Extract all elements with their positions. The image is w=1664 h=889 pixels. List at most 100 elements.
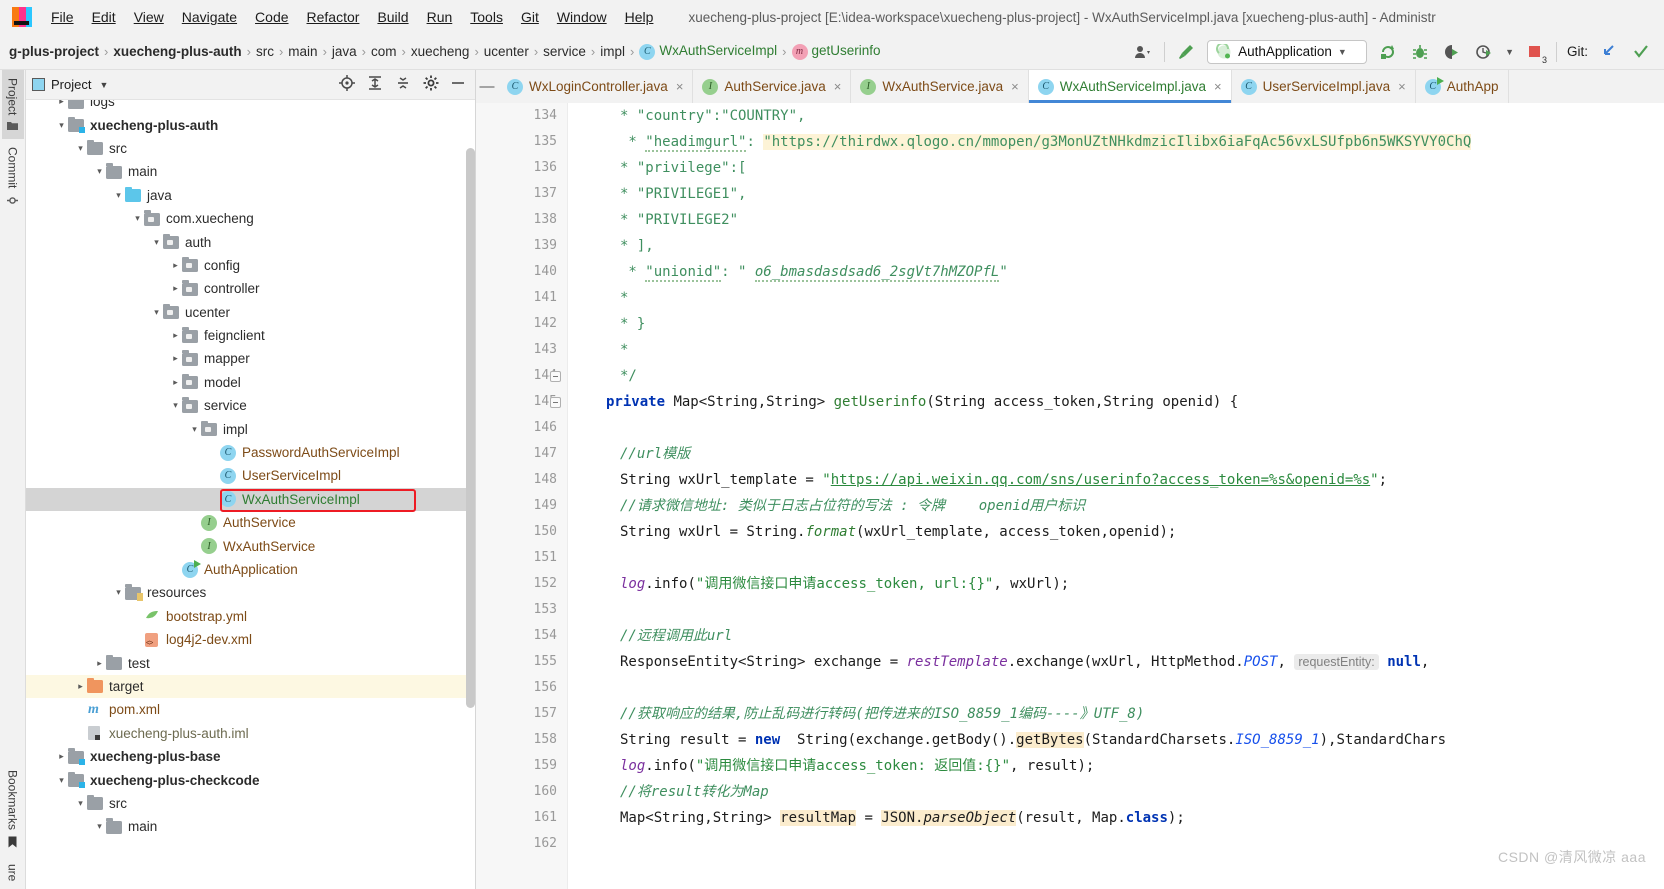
tree-node-src[interactable]: ▾ src [26, 137, 475, 160]
sidebar-item-structure[interactable]: ure [2, 856, 24, 889]
breadcrumb-item-class[interactable]: C WxAuthServiceImpl [636, 43, 780, 60]
tree-node-com-xuecheng[interactable]: ▾ com.xuecheng [26, 207, 475, 230]
tree-node-main[interactable]: ▾ main [26, 815, 475, 838]
editor-tab-wxauthserviceimpl-java[interactable]: C WxAuthServiceImpl.java × [1028, 70, 1232, 103]
editor-tab-authservice-java[interactable]: I AuthService.java × [693, 70, 852, 103]
menu-help[interactable]: Help [616, 6, 663, 28]
run-with-coverage-icon[interactable] [1441, 41, 1463, 63]
expand-arrow-icon[interactable]: ▾ [93, 166, 106, 177]
breadcrumb-item-method[interactable]: m getUserinfo [789, 43, 884, 60]
expand-arrow-icon[interactable]: ▾ [55, 775, 68, 786]
breadcrumb-item-xuecheng[interactable]: xuecheng [408, 44, 473, 59]
tree-node-feignclient[interactable]: ▸ feignclient [26, 324, 475, 347]
editor-tab-userserviceimpl-java[interactable]: C UserServiceImpl.java × [1232, 70, 1416, 103]
project-tree-scrollbar[interactable] [466, 100, 475, 889]
menu-tools[interactable]: Tools [461, 6, 512, 28]
expand-arrow-icon[interactable]: ▾ [112, 190, 125, 201]
code-editor[interactable]: 134 135 136 137 138 139 140 141 142 143 144 145 146 1… [476, 103, 1664, 889]
tree-node-controller[interactable]: ▸ controller [26, 277, 475, 300]
rerun-icon[interactable] [1377, 41, 1399, 63]
breadcrumb-item-ucenter[interactable]: ucenter [481, 44, 532, 59]
menu-git[interactable]: Git [512, 6, 548, 28]
breadcrumb-item-impl[interactable]: impl [597, 44, 628, 59]
editor-tab-wxauthservice-java[interactable]: I WxAuthService.java × [851, 70, 1029, 103]
tree-node-ucenter[interactable]: ▾ ucenter [26, 301, 475, 324]
tree-node-xuecheng-plus-base[interactable]: ▸ xuecheng-plus-base [26, 745, 475, 768]
expand-arrow-icon[interactable]: ▾ [188, 424, 201, 435]
menu-build[interactable]: Build [368, 6, 417, 28]
menu-edit[interactable]: Edit [83, 6, 125, 28]
expand-arrow-icon[interactable]: ▾ [74, 143, 87, 154]
editor-tab-bar[interactable]: — C WxLoginController.java × I AuthService.j… [476, 70, 1664, 103]
tree-node-impl[interactable]: ▾ impl [26, 417, 475, 440]
breadcrumb-item-main[interactable]: main [285, 44, 320, 59]
breadcrumb-item-project[interactable]: g-plus-project [6, 44, 102, 59]
menu-view[interactable]: View [125, 6, 173, 28]
collapse-arrow-icon[interactable]: ▸ [169, 283, 182, 294]
expand-arrow-icon[interactable]: ▾ [150, 307, 163, 318]
chevron-down-icon[interactable]: ▼ [1505, 47, 1514, 57]
breadcrumb-item-module[interactable]: xuecheng-plus-auth [110, 44, 244, 59]
sidebar-item-bookmarks[interactable]: Bookmarks [2, 762, 24, 856]
expand-arrow-icon[interactable]: ▾ [131, 213, 144, 224]
git-update-icon[interactable] [1598, 41, 1620, 63]
breadcrumb-item-com[interactable]: com [368, 44, 400, 59]
sidebar-item-commit[interactable]: Commit [2, 139, 24, 213]
tree-node-config[interactable]: ▸ config [26, 254, 475, 277]
tree-node-auth[interactable]: ▾ auth [26, 230, 475, 253]
menu-window[interactable]: Window [548, 6, 616, 28]
expand-arrow-icon[interactable]: ▾ [112, 587, 125, 598]
chevron-down-icon[interactable]: ▼ [1338, 47, 1347, 57]
breadcrumb-item-src[interactable]: src [253, 44, 277, 59]
tree-node-service[interactable]: ▾ service [26, 394, 475, 417]
expand-arrow-icon[interactable]: ▾ [74, 798, 87, 809]
collapse-arrow-icon[interactable]: ▸ [93, 658, 106, 669]
tree-node-authapplication[interactable]: ▸CAuthApplication [26, 558, 475, 581]
tree-node-userserviceimpl[interactable]: ▸CUserServiceImpl [26, 464, 475, 487]
tree-node-target[interactable]: ▸ target [26, 674, 475, 699]
settings-gear-icon[interactable] [423, 75, 439, 94]
tree-node-resources[interactable]: ▾ resources [26, 581, 475, 604]
collapse-arrow-icon[interactable]: ▸ [169, 330, 182, 341]
tree-node-wxauthservice[interactable]: ▸IWxAuthService [26, 534, 475, 557]
hide-window-icon[interactable] [451, 76, 465, 93]
expand-arrow-icon[interactable]: ▾ [169, 400, 182, 411]
tree-node-java[interactable]: ▾ java [26, 184, 475, 207]
tree-node-wxauthserviceimpl[interactable]: ▸CWxAuthServiceImpl [26, 487, 475, 512]
code-fold-icon[interactable] [550, 397, 561, 408]
tree-node-model[interactable]: ▸ model [26, 371, 475, 394]
collapse-arrow-icon[interactable]: ▸ [169, 377, 182, 388]
close-icon[interactable]: × [834, 79, 842, 94]
menu-refactor[interactable]: Refactor [298, 6, 369, 28]
tree-node-logs[interactable]: ▸ logs [26, 100, 475, 113]
git-commit-icon[interactable] [1630, 41, 1652, 63]
menu-navigate[interactable]: Navigate [173, 6, 246, 28]
stop-icon[interactable]: 3 [1524, 41, 1547, 65]
collapse-arrow-icon[interactable]: ▸ [74, 681, 87, 692]
expand-all-icon[interactable] [367, 75, 383, 94]
collapse-arrow-icon[interactable]: ▸ [55, 100, 68, 107]
debug-icon[interactable] [1409, 41, 1431, 63]
close-icon[interactable]: × [1398, 79, 1406, 94]
code-content[interactable]: * "country":"COUNTRY", * "headimgurl": "… [568, 103, 1664, 889]
hammer-icon[interactable] [1175, 41, 1197, 63]
locate-icon[interactable] [339, 75, 355, 94]
tree-node-authservice[interactable]: ▸IAuthService [26, 511, 475, 534]
tree-node-mapper[interactable]: ▸ mapper [26, 347, 475, 370]
collapse-arrow-icon[interactable]: ▸ [169, 260, 182, 271]
tree-node-xuecheng-plus-auth[interactable]: ▾ xuecheng-plus-auth [26, 113, 475, 136]
editor-tab-wxlogincontroller-java[interactable]: C WxLoginController.java × [498, 70, 694, 103]
breadcrumb-item-service[interactable]: service [540, 44, 589, 59]
code-fold-icon[interactable] [550, 371, 561, 382]
breadcrumb-item-java[interactable]: java [329, 44, 360, 59]
menu-run[interactable]: Run [418, 6, 462, 28]
sidebar-item-project[interactable]: Project [1, 70, 24, 140]
expand-arrow-icon[interactable]: ▾ [55, 120, 68, 131]
tree-node-main[interactable]: ▾ main [26, 160, 475, 183]
collapse-tabs-icon[interactable]: — [476, 70, 498, 103]
project-tree[interactable]: ▸ logs ▾ xuecheng-plus-auth ▾ src ▾ main ▾ java ▾ c… [26, 100, 475, 889]
tree-node-xuecheng-plus-checkcode[interactable]: ▾ xuecheng-plus-checkcode [26, 768, 475, 791]
menu-code[interactable]: Code [246, 6, 297, 28]
chevron-down-icon[interactable]: ▼ [99, 80, 108, 90]
run-configuration-selector[interactable]: AuthApplication ▼ [1207, 39, 1368, 64]
